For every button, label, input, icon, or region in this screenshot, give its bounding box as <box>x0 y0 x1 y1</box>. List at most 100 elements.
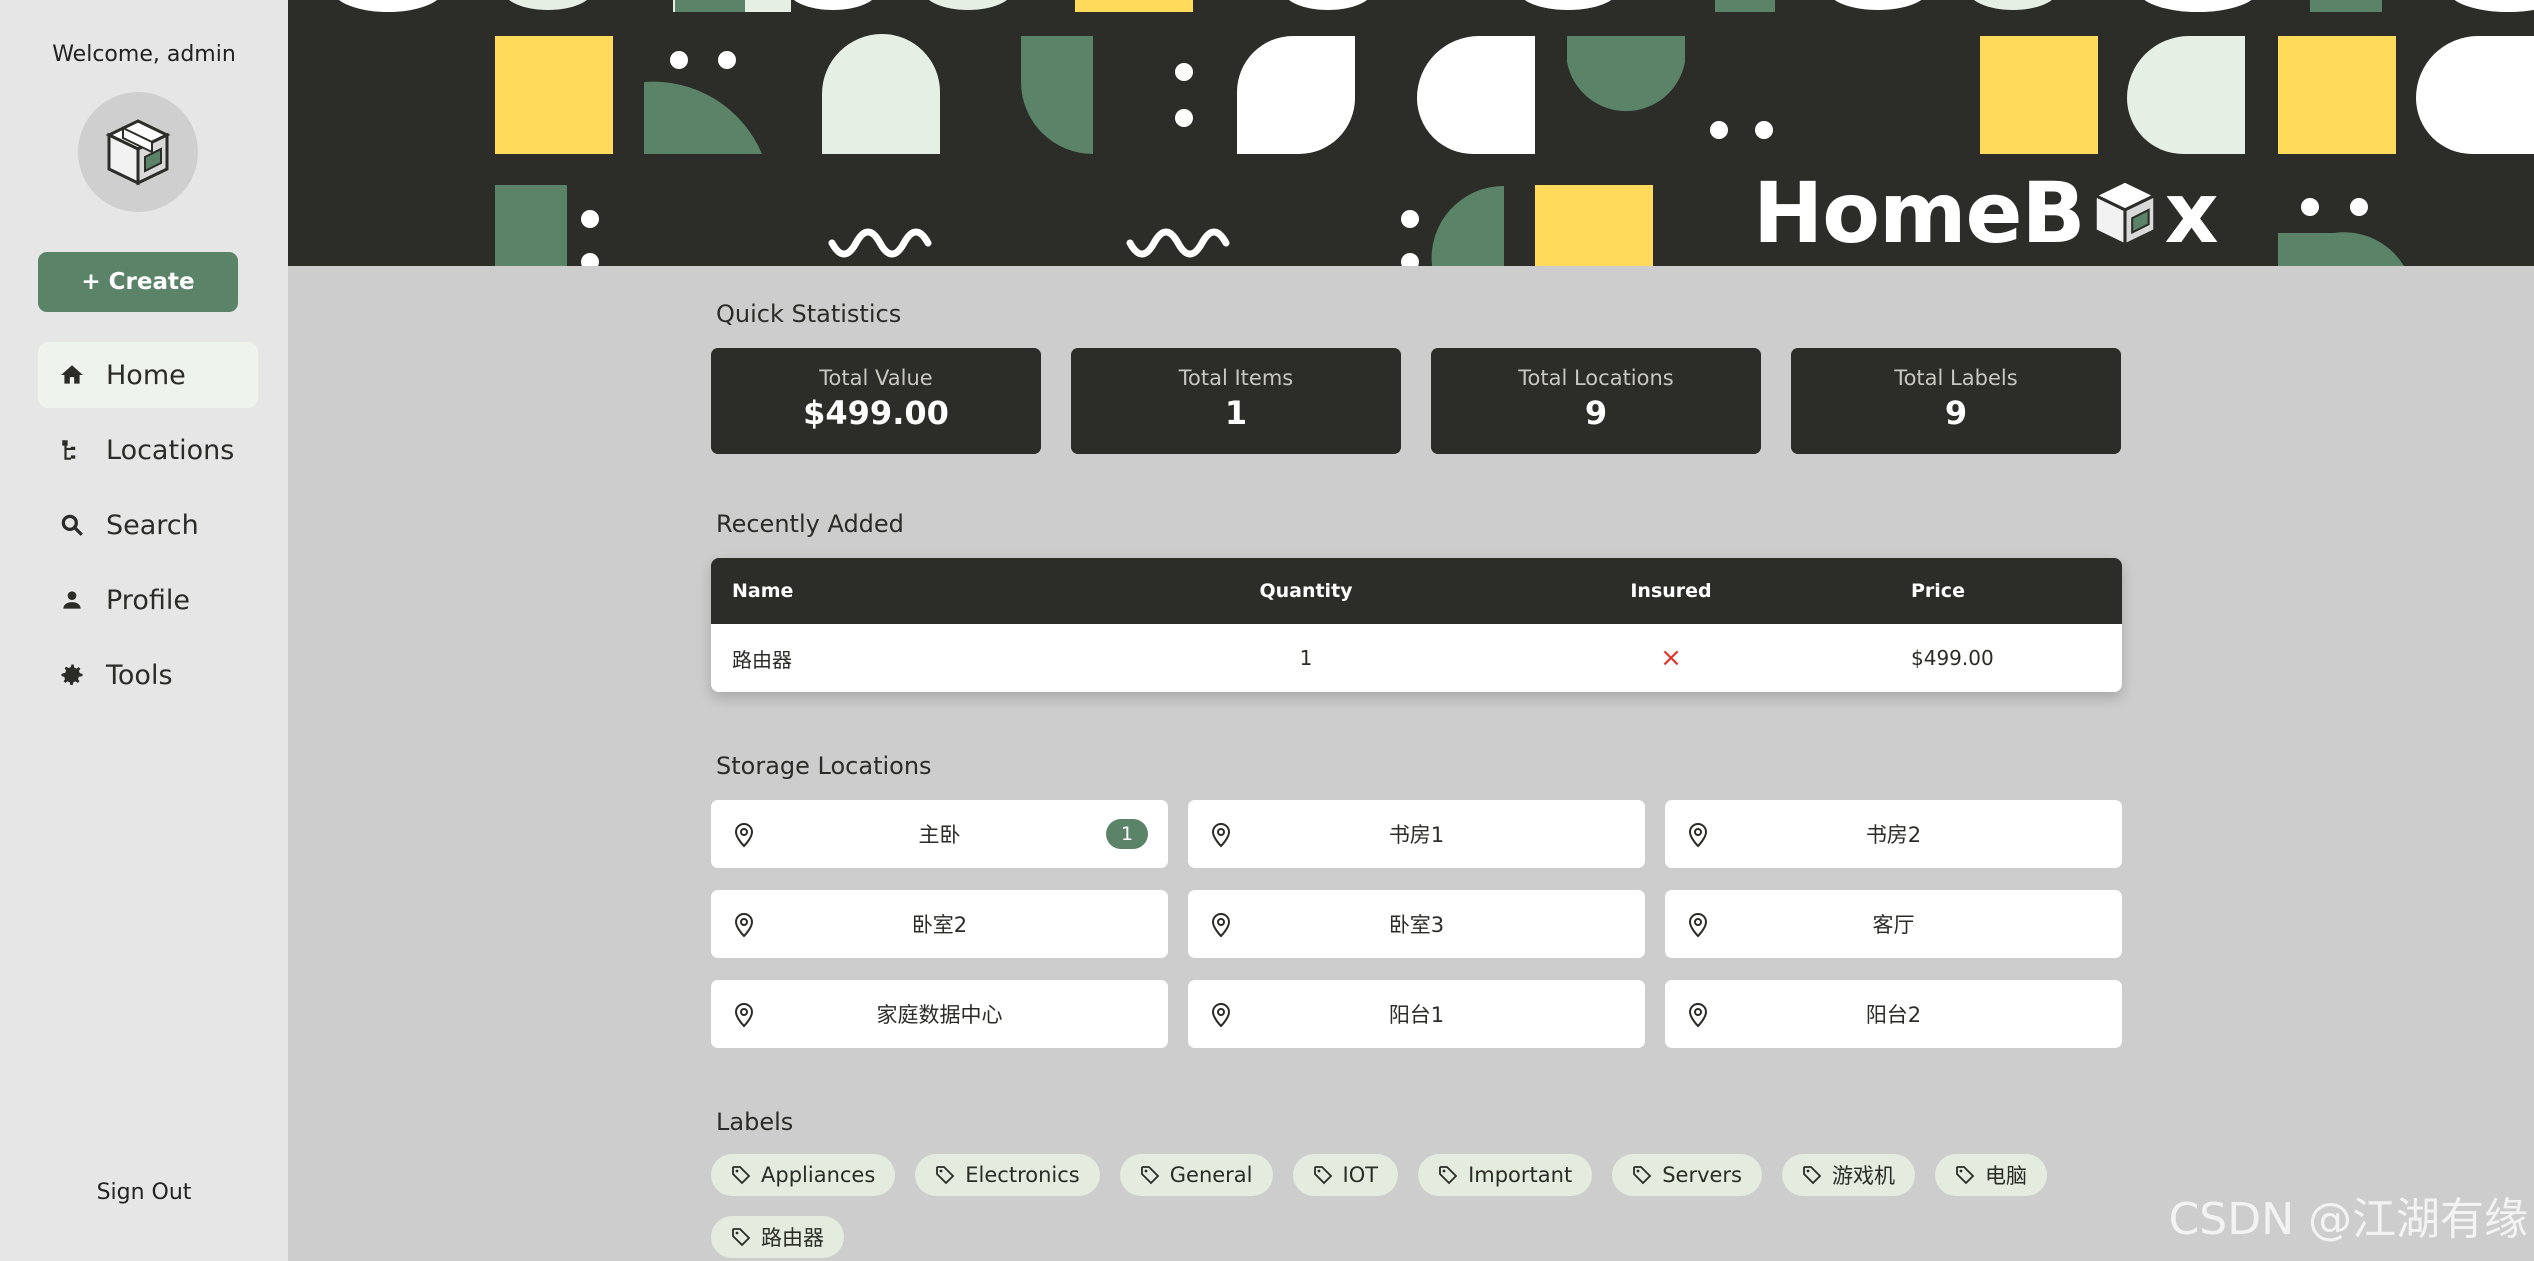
location-card[interactable]: 卧室2 <box>711 890 1168 958</box>
not-insured-icon: × <box>1660 643 1682 673</box>
gear-icon <box>38 661 106 689</box>
location-name: 书房2 <box>1865 823 1922 847</box>
label-name: Important <box>1468 1163 1573 1187</box>
location-card[interactable]: 客厅 <box>1665 890 2122 958</box>
sidebar-item-tools[interactable]: Tools <box>38 642 258 708</box>
location-card[interactable]: 家庭数据中心 <box>711 980 1168 1048</box>
label-name: 游戏机 <box>1832 1164 1895 1188</box>
label-name: 路由器 <box>761 1226 824 1250</box>
label-chip[interactable]: Appliances <box>711 1154 896 1196</box>
brand-text-prefix: HomeB <box>1753 164 2086 262</box>
table-row[interactable]: 路由器 1 × $499.00 <box>711 624 2122 692</box>
map-pin-icon <box>734 1002 754 1028</box>
recently-added-title: Recently Added <box>716 510 904 538</box>
map-pin-icon <box>734 822 754 848</box>
label-chip[interactable]: 路由器 <box>711 1216 844 1258</box>
tag-icon <box>1140 1166 1160 1185</box>
sidebar-item-search[interactable]: Search <box>38 492 258 558</box>
location-name: 书房1 <box>1388 823 1445 847</box>
header-banner: HomeB x <box>288 0 2534 266</box>
watermark-text: CSDN @江湖有缘 <box>2168 1194 2528 1245</box>
label-name: General <box>1169 1163 1253 1187</box>
recently-added-table: Name Quantity Insured Price 路由器 1 × $499… <box>711 558 2122 692</box>
stat-card-total-items: Total Items 1 <box>1071 348 1401 454</box>
stat-label: Total Value <box>819 366 933 390</box>
location-name: 客厅 <box>1872 913 1915 937</box>
location-card[interactable]: 阳台1 <box>1188 980 1645 1048</box>
sidebar-item-locations[interactable]: Locations <box>38 417 258 483</box>
map-pin-icon <box>1211 822 1231 848</box>
cell-quantity: 1 <box>1299 646 1313 670</box>
stats-row: Total Value $499.00 Total Items 1 Total … <box>711 348 2122 454</box>
label-chip[interactable]: Electronics <box>915 1154 1100 1196</box>
home-icon <box>38 362 106 388</box>
stat-value: 9 <box>1584 394 1608 432</box>
brand-text-suffix: x <box>2164 164 2219 262</box>
tag-icon <box>732 1166 751 1185</box>
stat-value: $499.00 <box>803 394 949 432</box>
labels-title: Labels <box>716 1108 794 1136</box>
tag-icon <box>1313 1166 1332 1185</box>
stat-value: 9 <box>1944 394 1968 432</box>
cell-price: $499.00 <box>1911 646 1994 670</box>
label-chip[interactable]: 游戏机 <box>1782 1154 1915 1196</box>
label-chip[interactable]: Servers <box>1612 1154 1762 1196</box>
map-pin-icon <box>1688 822 1708 848</box>
tag-icon <box>1633 1166 1652 1185</box>
sidebar-item-label: Search <box>106 509 199 541</box>
label-chip[interactable]: IOT <box>1292 1154 1399 1196</box>
map-pin-icon <box>734 912 754 938</box>
label-name: Appliances <box>761 1163 876 1187</box>
stat-value: 1 <box>1224 394 1248 432</box>
locations-tree-icon <box>38 437 106 463</box>
item-count-badge: 1 <box>1106 819 1148 849</box>
stat-label: Total Labels <box>1894 366 2018 390</box>
table-header: Name Quantity Insured Price <box>711 558 2122 624</box>
create-button[interactable]: + Create <box>38 252 238 312</box>
column-header-price[interactable]: Price <box>1881 580 1965 602</box>
sidebar-item-profile[interactable]: Profile <box>38 567 258 633</box>
location-card[interactable]: 卧室3 <box>1188 890 1645 958</box>
label-name: Servers <box>1662 1163 1742 1187</box>
search-icon <box>38 512 106 538</box>
column-header-name[interactable]: Name <box>711 580 1151 602</box>
map-pin-icon <box>1688 1002 1708 1028</box>
homebox-cube-icon <box>2091 179 2158 248</box>
label-name: 电脑 <box>1985 1164 2027 1188</box>
locations-grid: 主卧 1 书房1 书房2 卧室2 卧室3 客厅 家庭数据中心 阳台1 阳台2 <box>711 800 2122 1048</box>
sidebar-item-label: Home <box>106 359 186 391</box>
label-chip[interactable]: General <box>1119 1154 1273 1196</box>
location-name: 主卧 <box>918 823 961 847</box>
main-content: Quick Statistics Total Value $499.00 Tot… <box>711 300 2122 1258</box>
location-card[interactable]: 书房2 <box>1665 800 2122 868</box>
column-header-insured[interactable]: Insured <box>1461 580 1881 602</box>
location-name: 卧室3 <box>1388 913 1445 937</box>
sidebar-item-label: Locations <box>106 434 235 466</box>
labels-list: Appliances Electronics General IOT Impor… <box>711 1154 2122 1258</box>
location-name: 卧室2 <box>911 913 968 937</box>
sidebar-item-home[interactable]: Home <box>38 342 258 408</box>
quick-statistics-title: Quick Statistics <box>716 300 902 328</box>
label-chip[interactable]: 电脑 <box>1935 1154 2047 1196</box>
stat-card-total-value: Total Value $499.00 <box>711 348 1041 454</box>
location-name: 阳台2 <box>1865 1003 1922 1027</box>
sidebar-item-label: Profile <box>106 584 190 616</box>
location-card[interactable]: 阳台2 <box>1665 980 2122 1048</box>
welcome-text: Welcome, admin <box>52 42 236 67</box>
label-name: Electronics <box>965 1163 1080 1187</box>
tag-icon <box>1803 1166 1822 1185</box>
brand-logo: HomeB x <box>1753 164 2219 262</box>
avatar[interactable] <box>78 92 198 212</box>
sidebar: Welcome, admin + Create Home Locations S… <box>0 0 288 1261</box>
location-card[interactable]: 主卧 1 <box>711 800 1168 868</box>
column-header-quantity[interactable]: Quantity <box>1151 580 1461 602</box>
stat-label: Total Locations <box>1518 366 1674 390</box>
sign-out-link[interactable]: Sign Out <box>0 1180 288 1205</box>
tag-icon <box>732 1228 751 1247</box>
sidebar-nav: Home Locations Search Profile Tools <box>38 342 258 717</box>
map-pin-icon <box>1211 912 1231 938</box>
stat-card-total-labels: Total Labels 9 <box>1791 348 2121 454</box>
location-card[interactable]: 书房1 <box>1188 800 1645 868</box>
label-chip[interactable]: Important <box>1418 1154 1593 1196</box>
sidebar-item-label: Tools <box>106 659 173 691</box>
